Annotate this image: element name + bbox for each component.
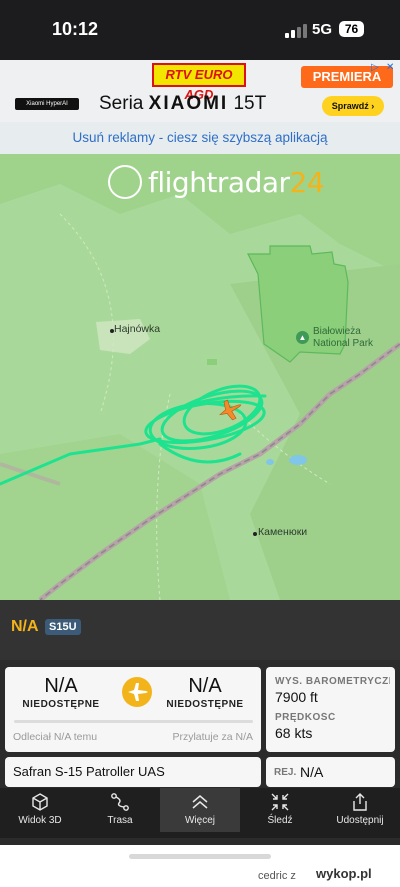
tab-share[interactable]: Udostępnij	[320, 788, 400, 832]
callsign-badge: S15U	[45, 619, 81, 635]
ad-seria-prefix: Seria	[99, 93, 144, 114]
flightradar-logo: flightradar24	[108, 164, 325, 200]
map-label-hajnowka: Hajnówka	[114, 323, 161, 335]
home-indicator[interactable]	[129, 854, 271, 859]
wykop-watermark: wykop.pl	[316, 866, 372, 881]
route-icon	[111, 793, 129, 811]
ad-hyperai-logo: Xiaomi HyperAI	[15, 98, 79, 110]
town-dot	[253, 532, 257, 536]
battery-icon: 76	[339, 21, 364, 37]
speed-label: PRĘDKOŚĆ	[275, 712, 336, 723]
arrives-text: Przylatuje za N/A	[172, 731, 253, 743]
follow-icon	[271, 793, 289, 811]
bottom-tab-bar: Widok 3D Trasa Więcej Śledź Udostępnij	[0, 788, 400, 838]
flight-id: N/A	[11, 618, 39, 635]
registration-value: N/A	[300, 764, 324, 780]
speed-value: 68 kts	[275, 725, 313, 741]
departed-text: Odleciał N/A temu	[13, 731, 98, 743]
signal-icon	[285, 24, 307, 38]
remove-ads-link[interactable]: Usuń reklamy - ciesz się szybszą aplikac…	[0, 122, 400, 154]
radar-icon	[108, 165, 142, 199]
registration-card[interactable]: REJ. N/A	[266, 757, 395, 787]
ad-seria-brand: XIAOMI	[148, 93, 229, 114]
chevrons-up-icon	[192, 795, 208, 809]
stats-card[interactable]: WYS. BAROMETRYCZNA 7900 ft PRĘDKOŚĆ 68 k…	[266, 667, 395, 752]
route-progress	[14, 720, 253, 723]
tab-3d-view[interactable]: Widok 3D	[0, 788, 80, 832]
destination-code: N/A	[188, 675, 222, 697]
flightradar-name: flightradar24	[148, 165, 325, 199]
altitude-label: WYS. BAROMETRYCZNA	[275, 676, 390, 687]
status-time: 10:12	[52, 19, 99, 39]
aircraft-type[interactable]: Safran S-15 Patroller UAS	[5, 757, 261, 787]
app-root: 10:12 5G 76 RTV EURO AGD PREMIERA ▷ ✕ Xi…	[0, 0, 400, 887]
tab-route[interactable]: Trasa	[80, 788, 160, 832]
route-card[interactable]: N/A NIEDOSTĘPNE N/A NIEDOSTĘPNE Odleciał…	[5, 667, 261, 752]
ad-headline: Seria XIAOMI 15T	[99, 93, 266, 115]
map-canvas	[0, 154, 400, 600]
registration-label: REJ.	[274, 767, 297, 778]
ad-banner[interactable]: RTV EURO AGD PREMIERA ▷ ✕ Xiaomi HyperAI…	[0, 60, 400, 122]
map-label-park: Białowieża National Park	[313, 326, 374, 349]
status-bar: 10:12 5G 76	[0, 0, 400, 60]
destination-label: NIEDOSTĘPNE	[166, 699, 244, 710]
credit-user: cedric z	[258, 870, 296, 882]
map-view[interactable]: flightradar24 Hajnówka ▲ Białowieża Nati…	[0, 154, 400, 600]
ad-cta-button[interactable]: Sprawdź ›	[322, 96, 384, 116]
park-icon: ▲	[296, 331, 309, 344]
tab-more[interactable]: Więcej	[160, 788, 240, 832]
altitude-value: 7900 ft	[275, 689, 318, 705]
map-label-kamenyuki: Каменюки	[258, 526, 308, 538]
route-plane-icon	[122, 677, 152, 707]
network-type: 5G	[312, 21, 333, 38]
flight-header[interactable]: N/A S15U	[0, 600, 400, 660]
ad-rtv-logo: RTV EURO AGD	[152, 63, 246, 102]
origin-label: NIEDOSTĘPNE	[22, 699, 100, 710]
share-icon	[353, 793, 367, 811]
ad-seria-model: 15T	[233, 93, 267, 114]
tab-follow[interactable]: Śledź	[240, 788, 320, 832]
ad-close-icon[interactable]: ✕	[386, 62, 398, 74]
flight-sheet: N/A S15U N/A NIEDOSTĘPNE N/A NIEDOSTĘPNE…	[0, 600, 400, 887]
origin-code: N/A	[44, 675, 78, 697]
adchoices-icon[interactable]: ▷	[371, 62, 385, 76]
cube-icon	[32, 793, 48, 811]
